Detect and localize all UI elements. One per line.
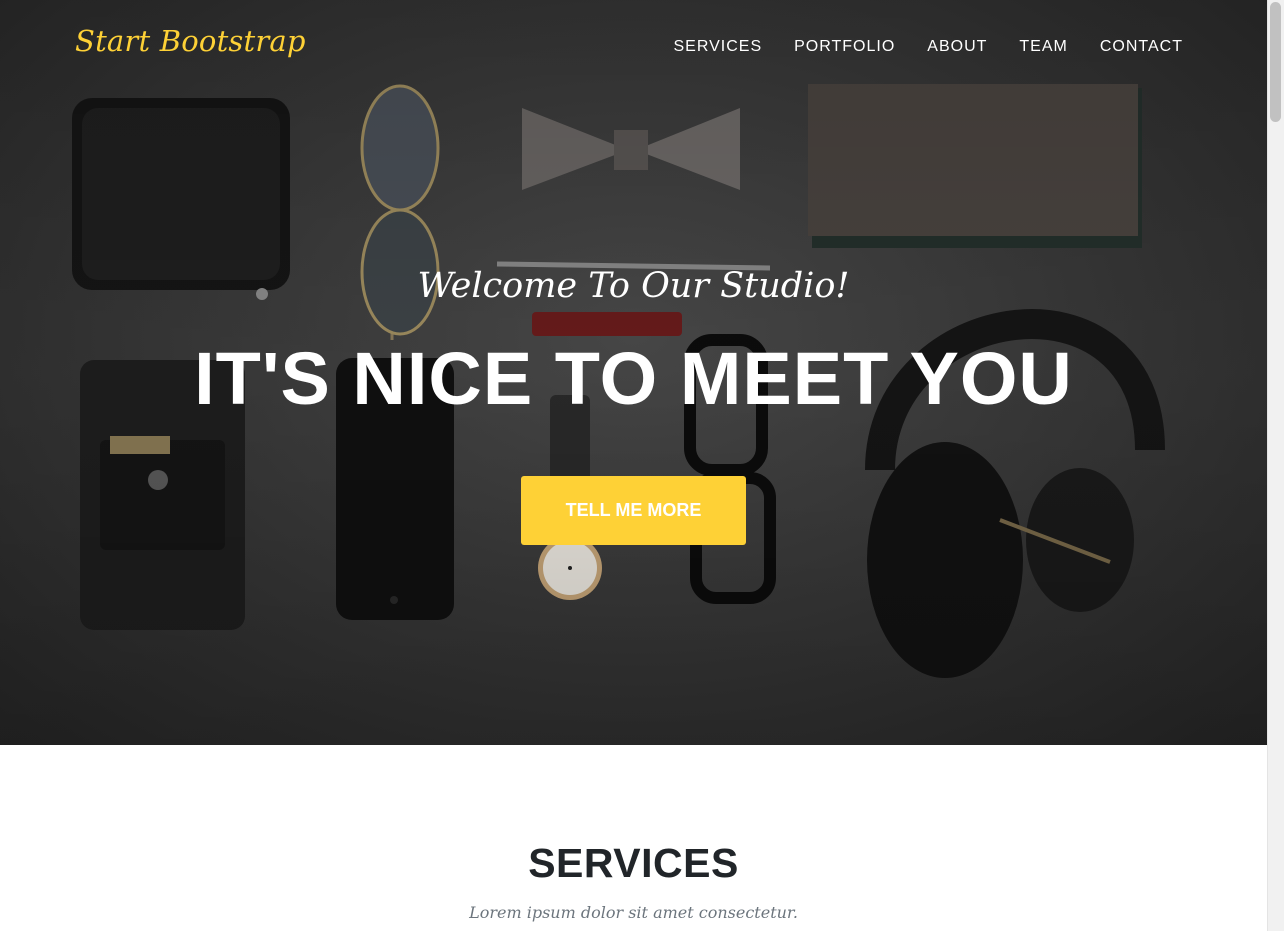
page: Start Bootstrap Services Portfolio About… — [0, 0, 1284, 931]
hero-subtitle: Welcome To Our Studio! — [417, 266, 850, 306]
scrollbar-track[interactable] — [1267, 0, 1284, 931]
nav-link-about[interactable]: About — [927, 38, 987, 56]
tell-me-more-button[interactable]: Tell Me More — [521, 476, 746, 545]
services-heading: Services — [528, 840, 739, 886]
services-subheading: Lorem ipsum dolor sit amet consectetur. — [469, 903, 798, 922]
navbar: Start Bootstrap Services Portfolio About… — [0, 0, 1267, 95]
hero-title: It's Nice To Meet You — [194, 337, 1073, 420]
brand-logo[interactable]: Start Bootstrap — [75, 24, 306, 58]
nav-link-contact[interactable]: Contact — [1100, 38, 1183, 56]
scrollbar-thumb[interactable] — [1270, 2, 1281, 122]
nav-link-services[interactable]: Services — [673, 38, 762, 56]
nav-menu: Services Portfolio About Team Contact — [673, 38, 1183, 56]
nav-link-team[interactable]: Team — [1019, 38, 1067, 56]
nav-link-portfolio[interactable]: Portfolio — [794, 38, 895, 56]
hero-section: Start Bootstrap Services Portfolio About… — [0, 0, 1267, 745]
